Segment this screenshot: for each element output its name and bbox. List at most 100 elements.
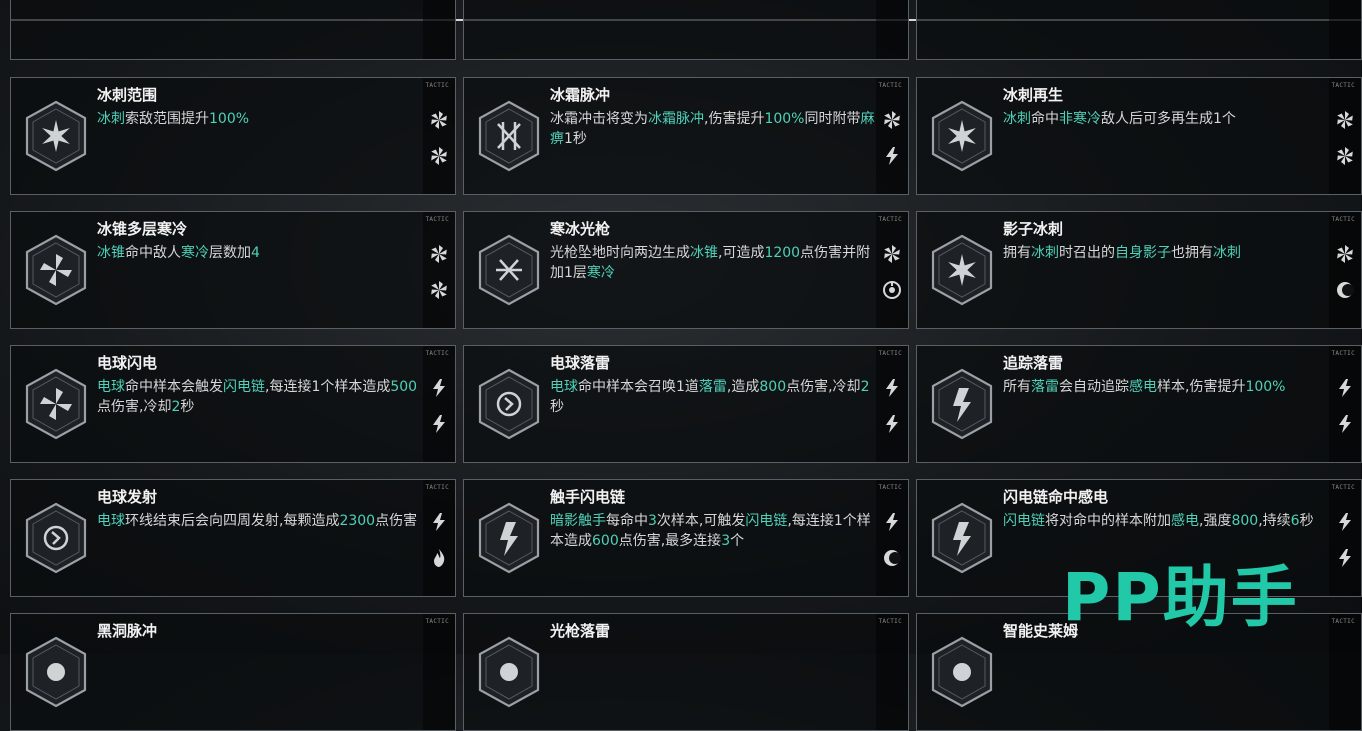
perk-card[interactable]: 寒冰光枪 光枪坠地时向两边生成冰锥,可造成1200点伤害并附加1层寒冷 TACTIC	[463, 211, 909, 329]
orb-burst-icon	[23, 502, 89, 574]
keyword-highlight: 冰刺	[1213, 245, 1241, 261]
ice-spin-icon	[23, 234, 89, 306]
description-text: 点伤害,冷却	[97, 399, 172, 415]
perk-card[interactable]: 黑洞脉冲 TACTIC	[10, 613, 456, 731]
keyword-highlight: 感电	[1171, 513, 1199, 529]
card-side-strip	[423, 212, 455, 328]
perk-card[interactable]: 光枪落雷 TACTIC	[463, 613, 909, 731]
perk-description: 拥有冰刺时召出的自身影子也拥有冰刺	[1003, 243, 1333, 263]
keyword-highlight: 500	[390, 379, 418, 395]
lightning-icon	[1335, 378, 1355, 398]
lightning-icon	[882, 414, 902, 434]
lightning-icon	[429, 512, 449, 532]
perk-title: 追踪落雷	[1003, 354, 1064, 372]
description-text: 秒	[180, 399, 195, 415]
perk-card[interactable]: 冰刺再生 冰刺命中非寒冷敌人后可多再生成1个 TACTIC	[916, 77, 1362, 195]
description-text: 样本,伤害提升	[1157, 379, 1246, 395]
keyword-highlight: 6	[1290, 513, 1300, 529]
card-side-strip	[876, 346, 908, 462]
card-side-strip	[423, 614, 455, 730]
orb-strike-icon	[476, 368, 542, 440]
tactic-label: TACTIC	[425, 82, 449, 89]
perk-card-partial[interactable]	[916, 0, 1362, 60]
card-side-strip	[1329, 480, 1361, 596]
perk-card[interactable]: 冰霜脉冲 冰霜冲击将变为冰霜脉冲,伤害提升100%同时附带麻痹1秒 TACTIC	[463, 77, 909, 195]
description-text: 点伤害,最多连接	[618, 533, 722, 549]
lightning-icon	[882, 146, 902, 166]
perk-description: 暗影触手每命中3次样本,可触发闪电链,每连接1个样本造成600点伤害,最多连接3…	[550, 511, 880, 551]
perk-card[interactable]: 影子冰刺 拥有冰刺时召出的自身影子也拥有冰刺 TACTIC	[916, 211, 1362, 329]
card-side-strip	[876, 0, 908, 59]
chain-bolt-icon	[929, 502, 995, 574]
perk-description: 电球环线结束后会向四周发射,每颗造成2300点伤害	[97, 511, 427, 531]
perk-title: 电球落雷	[550, 354, 611, 372]
perk-grid: 冰刺范围 冰刺索敌范围提升100% TACTIC 冰霜脉冲 冰霜冲击将变为冰霜脉冲,伤害…	[0, 0, 1362, 731]
description-text: 冰霜冲击将变为	[550, 111, 648, 127]
perk-card[interactable]: 触手闪电链 暗影触手每命中3次样本,可触发闪电链,每连接1个样本造成600点伤害,…	[463, 479, 909, 597]
description-text: 每命中	[606, 513, 648, 529]
tactic-label: TACTIC	[1331, 350, 1355, 357]
description-text: 也拥有	[1171, 245, 1213, 261]
card-side-strip	[423, 78, 455, 194]
perk-card-partial[interactable]	[10, 0, 456, 60]
keyword-highlight: 800	[759, 379, 787, 395]
perk-card-partial[interactable]	[463, 0, 909, 60]
description-text: 将对命中的样本附加	[1045, 513, 1171, 529]
ice-fan-icon	[429, 146, 449, 166]
keyword-highlight: 100%	[209, 111, 250, 127]
perk-description: 闪电链将对命中的样本附加感电,强度800,持续6秒	[1003, 511, 1333, 531]
tactic-label: TACTIC	[1331, 618, 1355, 625]
description-text: 命中样本会触发	[125, 379, 223, 395]
description-text: ,每连接1个样本造成	[265, 379, 391, 395]
perk-title: 黑洞脉冲	[97, 622, 158, 640]
keyword-highlight: 冰霜脉冲	[648, 111, 704, 127]
card-side-strip	[1329, 0, 1361, 59]
card-side-strip	[876, 614, 908, 730]
lightning-icon	[882, 512, 902, 532]
description-text: 环线结束后会向四周发射,每颗造成	[125, 513, 340, 529]
keyword-highlight: 感电	[1129, 379, 1157, 395]
keyword-highlight: 4	[251, 245, 260, 261]
description-text: 拥有	[1003, 245, 1031, 261]
perk-title: 影子冰刺	[1003, 220, 1064, 238]
keyword-highlight: 闪电链	[223, 379, 265, 395]
keyword-highlight: 电球	[97, 513, 125, 529]
card-side-strip	[1329, 212, 1361, 328]
description-text: ,持续	[1258, 513, 1291, 529]
perk-card[interactable]: 电球发射电球环线结束后会向四周发射,每颗造成2300点伤害 TACTIC	[10, 479, 456, 597]
perk-title: 电球闪电	[97, 354, 158, 372]
description-text: 命中	[1031, 111, 1059, 127]
description-text: 同时附带	[804, 111, 861, 127]
keyword-highlight: 2	[860, 379, 870, 395]
tracking-bolt-icon	[929, 368, 995, 440]
tentacle-bolt-icon	[476, 502, 542, 574]
tactic-label: TACTIC	[878, 216, 902, 223]
card-side-strip	[423, 346, 455, 462]
keyword-highlight: 1200	[764, 245, 801, 261]
ice-lance-icon	[476, 234, 542, 306]
perk-card[interactable]: 电球闪电 电球命中样本会触发闪电链,每连接1个样本造成500点伤害,冷却2秒 TAC…	[10, 345, 456, 463]
lightning-icon	[1335, 512, 1355, 532]
keyword-highlight: 自身影子	[1115, 245, 1171, 261]
keyword-highlight: 冰刺	[97, 111, 125, 127]
perk-title: 电球发射	[97, 488, 158, 506]
perk-card[interactable]: 冰锥多层寒冷 冰锥命中敌人寒冷层数加4 TACTIC	[10, 211, 456, 329]
keyword-highlight: 电球	[97, 379, 125, 395]
tactic-label: TACTIC	[878, 82, 902, 89]
perk-description: 冰刺索敌范围提升100%	[97, 109, 427, 129]
slime-icon	[929, 636, 995, 708]
perk-card[interactable]: 电球落雷 电球命中样本会召唤1道落雷,造成800点伤害,冷却2 秒 TACTIC	[463, 345, 909, 463]
card-side-strip	[876, 78, 908, 194]
keyword-highlight: 冰锥	[690, 245, 718, 261]
card-side-strip	[876, 212, 908, 328]
description-text: ,强度	[1199, 513, 1232, 529]
tactic-label: TACTIC	[425, 484, 449, 491]
keyword-highlight: 闪电链	[745, 513, 788, 529]
perk-card[interactable]: 追踪落雷 所有落雷会自动追踪感电样本,伤害提升100% TACTIC	[916, 345, 1362, 463]
keyword-highlight: 冰刺	[1003, 111, 1031, 127]
description-text: 命中敌人	[125, 245, 181, 261]
perk-title: 冰刺再生	[1003, 86, 1064, 104]
keyword-highlight: 冰锥	[97, 245, 125, 261]
perk-card[interactable]: 冰刺范围 冰刺索敌范围提升100% TACTIC	[10, 77, 456, 195]
keyword-highlight: 600	[592, 533, 619, 549]
